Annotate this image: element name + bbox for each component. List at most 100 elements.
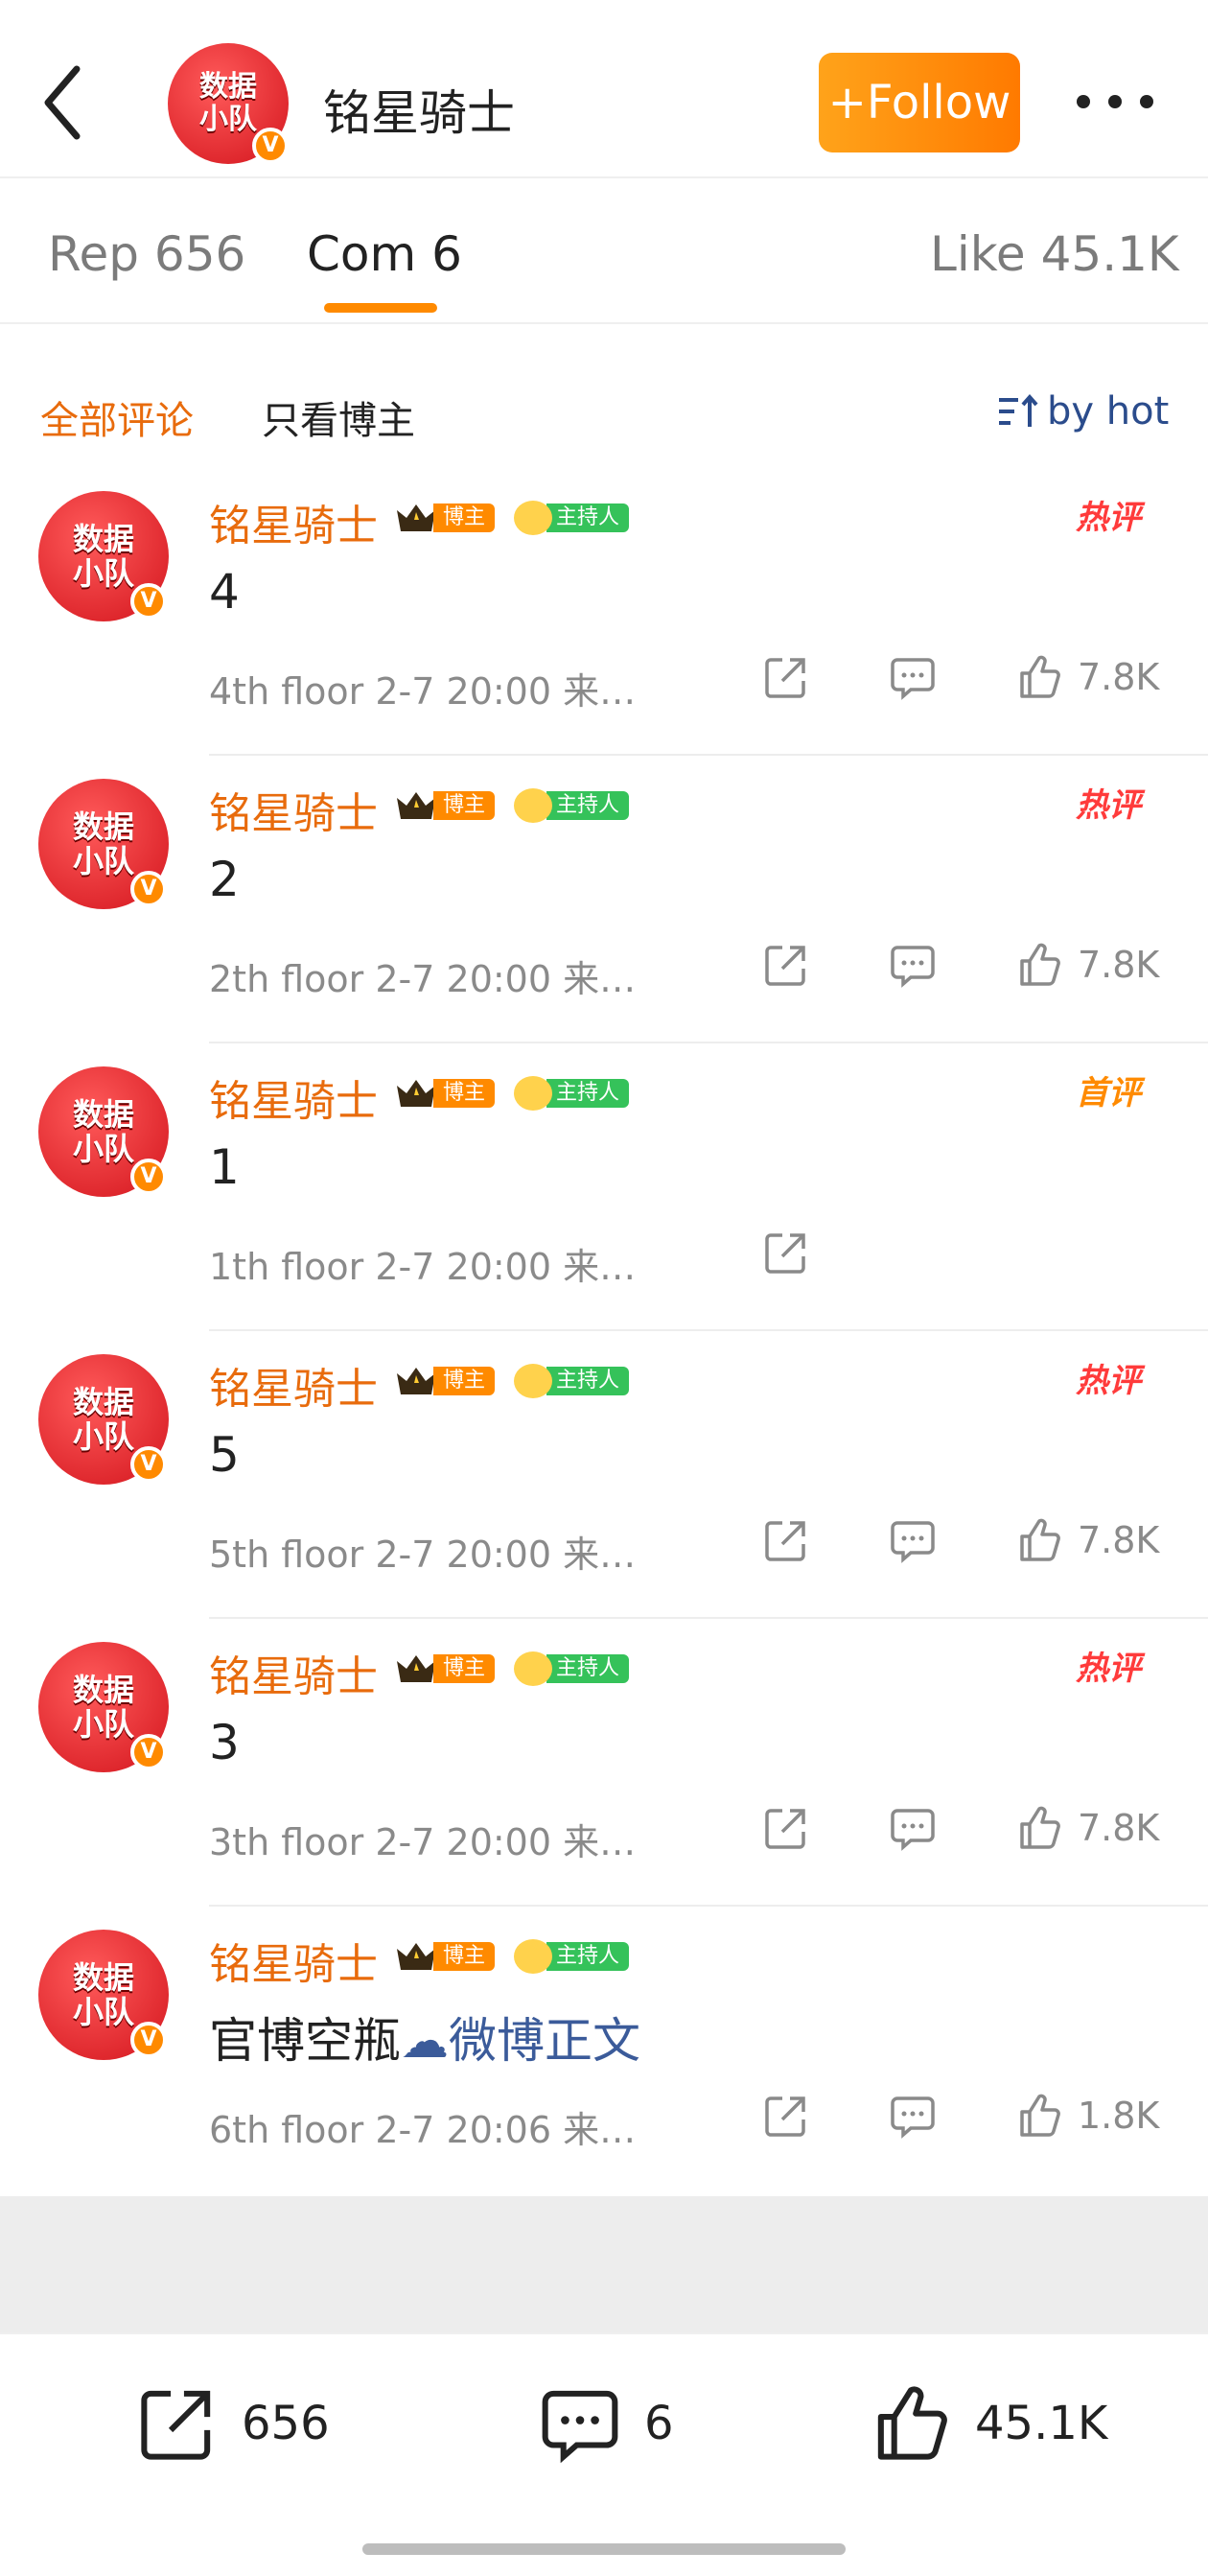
- blogger-badge-label: 博主: [433, 1079, 496, 1108]
- commenter-name[interactable]: 铭星骑士: [209, 1930, 378, 1991]
- verified-badge-icon: V: [252, 128, 289, 164]
- avatar-text-line2: 小队: [72, 555, 134, 592]
- sort-toggle[interactable]: by hot: [997, 389, 1169, 433]
- host-badge: 主持人: [514, 1651, 630, 1686]
- comment-text: 2: [209, 852, 240, 907]
- comment-divider: [209, 754, 1208, 756]
- blogger-badge: 博主: [395, 788, 496, 823]
- avatar-text-line1: 数据: [72, 521, 134, 557]
- commenter-avatar[interactable]: 数据 小队 V: [38, 1930, 169, 2060]
- filter-owner-only[interactable]: 只看博主: [262, 389, 415, 445]
- host-badge: 主持人: [514, 1364, 630, 1398]
- comment-divider: [209, 1617, 1208, 1619]
- comment-text: 4: [209, 564, 240, 620]
- thumbs-up-icon: [1020, 943, 1060, 986]
- avatar-text-line2: 小队: [72, 1706, 134, 1743]
- like-count: 7.8K: [1078, 1807, 1160, 1849]
- host-face-icon: [514, 501, 552, 535]
- reply-comment-button[interactable]: [888, 652, 938, 702]
- reply-comment-button[interactable]: [888, 1515, 938, 1565]
- repost-count: 656: [242, 2397, 330, 2450]
- comment-count: 6: [644, 2397, 674, 2450]
- tab-comments[interactable]: Com 6: [307, 226, 462, 282]
- comment-tag: 热评: [1076, 1650, 1141, 1688]
- comment-tag: 热评: [1076, 1362, 1141, 1400]
- share-comment-button[interactable]: [761, 1228, 811, 1277]
- host-face-icon: [514, 1939, 552, 1974]
- blogger-badge: 博主: [395, 1939, 496, 1974]
- like-comment-button[interactable]: 7.8K: [1014, 1803, 1159, 1853]
- blogger-badge-label: 博主: [433, 1367, 496, 1395]
- thumbs-up-icon: [1020, 655, 1060, 698]
- tab-likes[interactable]: Like 45.1K: [930, 226, 1179, 282]
- avatar-text-line2: 小队: [72, 1994, 134, 2030]
- avatar-text-line2: 小队: [199, 103, 257, 136]
- home-indicator: [362, 2543, 846, 2555]
- follow-button[interactable]: +Follow: [819, 53, 1020, 152]
- avatar-text-line2: 小队: [72, 843, 134, 879]
- filter-all-comments[interactable]: 全部评论: [40, 389, 194, 445]
- comment-divider: [209, 1329, 1208, 1331]
- verified-badge-icon: V: [130, 1446, 167, 1483]
- crown-icon: [397, 504, 435, 531]
- share-comment-button[interactable]: [761, 1803, 811, 1853]
- comment-text: 1: [209, 1139, 240, 1195]
- avatar-text-line2: 小队: [72, 1131, 134, 1167]
- commenter-avatar[interactable]: 数据 小队 V: [38, 1066, 169, 1197]
- commenter-avatar[interactable]: 数据 小队 V: [38, 779, 169, 909]
- reply-comment-button[interactable]: [888, 940, 938, 990]
- verified-badge-icon: V: [130, 871, 167, 907]
- like-comment-button[interactable]: 7.8K: [1014, 652, 1159, 702]
- commenter-name[interactable]: 铭星骑士: [209, 1354, 378, 1416]
- share-comment-button[interactable]: [761, 2091, 811, 2141]
- comment-divider: [209, 1905, 1208, 1907]
- share-comment-button[interactable]: [761, 1515, 811, 1565]
- profile-avatar[interactable]: 数据 小队 V: [168, 43, 289, 164]
- blogger-badge: 博主: [395, 1364, 496, 1398]
- commenter-name[interactable]: 铭星骑士: [209, 1642, 378, 1703]
- avatar-text-line1: 数据: [72, 1384, 134, 1420]
- avatar-text-line1: 数据: [72, 1672, 134, 1708]
- repost-button[interactable]: 656: [134, 2380, 330, 2467]
- like-comment-button[interactable]: 7.8K: [1014, 1515, 1159, 1565]
- crown-icon: [397, 792, 435, 819]
- commenter-avatar[interactable]: 数据 小队 V: [38, 491, 169, 621]
- reply-comment-button[interactable]: [888, 1803, 938, 1853]
- like-comment-button[interactable]: 7.8K: [1014, 940, 1159, 990]
- comment-item: 数据 小队 V 铭星骑士 博主 主持人 热评 5 5th floor 2-7 2…: [0, 1333, 1208, 1621]
- commenter-avatar[interactable]: 数据 小队 V: [38, 1642, 169, 1772]
- like-comment-button[interactable]: 1.8K: [1014, 2091, 1159, 2141]
- host-face-icon: [514, 1364, 552, 1398]
- like-count: 1.8K: [1078, 2095, 1160, 2137]
- share-comment-button[interactable]: [761, 652, 811, 702]
- avatar-text-line1: 数据: [72, 808, 134, 845]
- comment-meta: 2th floor 2-7 20:00 来…: [209, 958, 637, 1000]
- comment-item: 数据 小队 V 铭星骑士 博主 主持人 官博空瓶☁微博正文 6th floor …: [0, 1909, 1208, 2196]
- share-comment-button[interactable]: [761, 940, 811, 990]
- commenter-name[interactable]: 铭星骑士: [209, 1066, 378, 1128]
- post-link[interactable]: ☁微博正文: [401, 2013, 640, 2069]
- commenter-avatar[interactable]: 数据 小队 V: [38, 1354, 169, 1485]
- comment-text: 官博空瓶☁微博正文: [209, 2013, 640, 2069]
- tab-reposts[interactable]: Rep 656: [48, 226, 245, 282]
- host-face-icon: [514, 788, 552, 823]
- back-arrow-icon[interactable]: [38, 59, 96, 146]
- share-icon: [765, 946, 805, 986]
- host-badge: 主持人: [514, 1939, 630, 1974]
- commenter-name[interactable]: 铭星骑士: [209, 491, 378, 552]
- host-badge-label: 主持人: [546, 1942, 630, 1971]
- comment-filter-bar: 全部评论 只看博主 by hot: [0, 364, 1208, 460]
- verified-badge-icon: V: [130, 1159, 167, 1195]
- host-face-icon: [514, 1651, 552, 1686]
- host-badge-label: 主持人: [546, 791, 630, 820]
- avatar-text-line1: 数据: [72, 1959, 134, 1996]
- verified-badge-icon: V: [130, 583, 167, 620]
- comment-button[interactable]: 6: [537, 2380, 674, 2467]
- more-options-icon[interactable]: [1077, 87, 1153, 116]
- like-button[interactable]: 45.1K: [868, 2380, 1107, 2467]
- reply-comment-button[interactable]: [888, 2091, 938, 2141]
- comment-item: 数据 小队 V 铭星骑士 博主 主持人 首评 1 1th floor 2-7 2…: [0, 1045, 1208, 1333]
- commenter-name[interactable]: 铭星骑士: [209, 779, 378, 840]
- top-bar: 数据 小队 V 铭星骑士 +Follow: [0, 0, 1208, 178]
- blogger-badge: 博主: [395, 1076, 496, 1111]
